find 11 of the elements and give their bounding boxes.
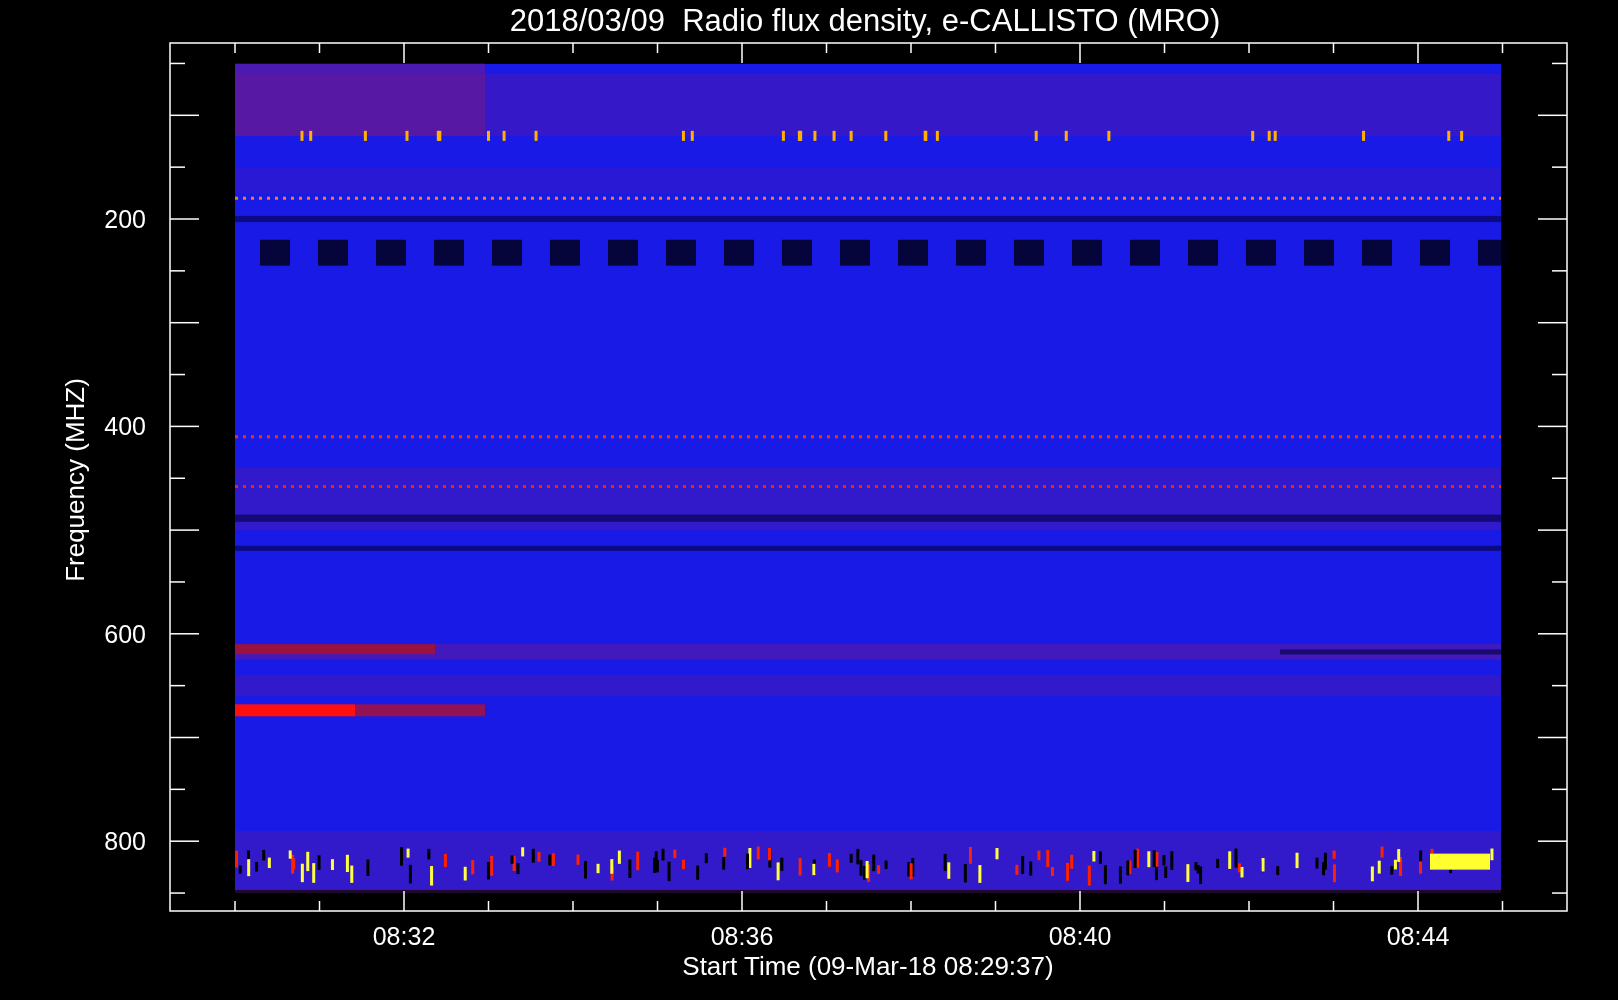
x-tick-label: 08:36 (710, 922, 774, 950)
x-axis-title: Start Time (09-Mar-18 08:29:37) (682, 951, 1054, 981)
y-tick-label: 800 (104, 827, 146, 856)
x-tick-label: 08:40 (1048, 922, 1112, 950)
x-tick-label: 08:32 (372, 922, 436, 950)
chart-title: 2018/03/09 Radio flux density, e-CALLISTO (MRO) (509, 3, 1221, 38)
y-tick-label: 200 (104, 205, 146, 233)
x-tick-label: 08:44 (1386, 922, 1450, 950)
y-tick-label: 400 (104, 412, 146, 441)
y-axis-title: Frequency (MHZ) (60, 378, 90, 582)
y-tick-label: 600 (104, 619, 146, 648)
